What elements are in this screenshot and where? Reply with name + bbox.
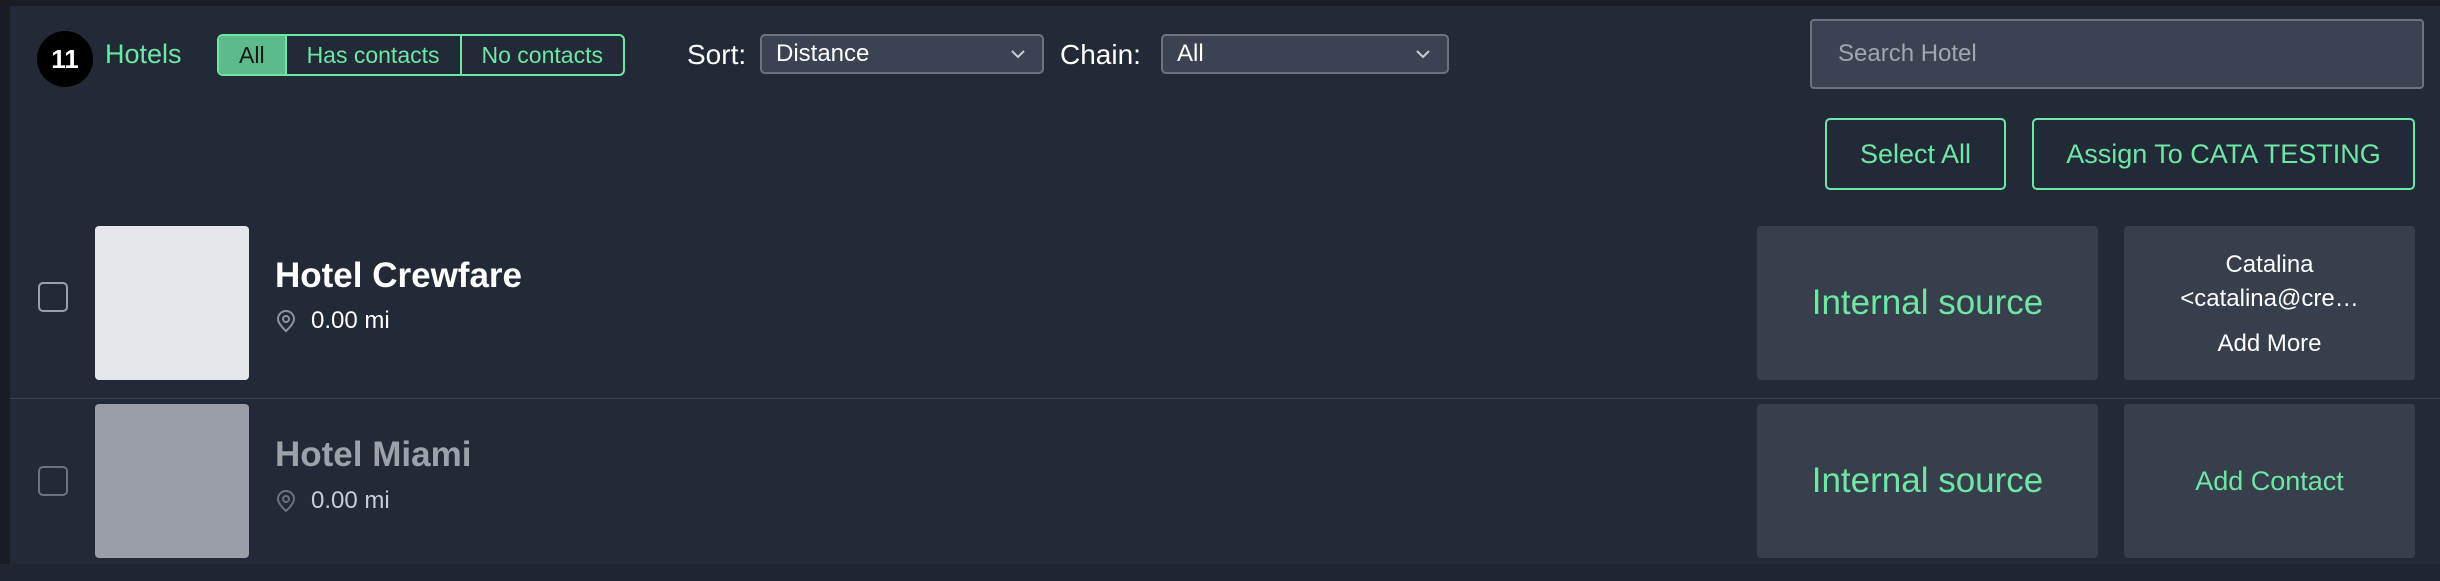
hotel-distance: 0.00 mi: [275, 307, 390, 335]
hotel-contact-tile: Add Contact: [2124, 404, 2415, 558]
filter-all-button[interactable]: All: [219, 36, 285, 74]
chain-select[interactable]: All: [1161, 34, 1449, 74]
hotel-list-panel: 11 Hotels All Has contacts No contacts S…: [10, 6, 2440, 564]
hotel-contact-tile: Catalina <catalina@cre… Add More: [2124, 226, 2415, 380]
filter-no-contacts-button[interactable]: No contacts: [459, 36, 623, 74]
hotel-row: Hotel Crewfare 0.00 mi Internal source C…: [10, 216, 2440, 399]
sort-select-value: Distance: [776, 40, 870, 67]
hotel-distance: 0.00 mi: [275, 487, 390, 515]
add-more-button[interactable]: Add More: [2217, 330, 2321, 358]
hotel-row: Hotel Miami 0.00 mi Internal source Add …: [10, 399, 2440, 581]
sort-select[interactable]: Distance: [760, 34, 1044, 74]
location-pin-icon: [276, 309, 296, 333]
sort-label: Sort:: [687, 39, 747, 70]
hotel-name: Hotel Miami: [275, 435, 472, 474]
hotels-label: Hotels: [105, 39, 182, 69]
hotel-distance-value: 0.00 mi: [311, 487, 390, 514]
chain-label: Chain:: [1060, 39, 1141, 70]
location-pin-icon: [276, 489, 296, 513]
hotel-name: Hotel Crewfare: [275, 256, 523, 295]
hotel-source-tile: Internal source: [1757, 404, 2098, 558]
hotel-select-checkbox[interactable]: [38, 282, 68, 312]
select-all-button[interactable]: Select All: [1825, 118, 2006, 190]
filter-has-contacts-button[interactable]: Has contacts: [284, 36, 460, 74]
hotel-thumbnail: [95, 404, 249, 558]
hotel-source-tile: Internal source: [1757, 226, 2098, 380]
window-frame-left: [0, 0, 10, 564]
assign-button[interactable]: Assign To CATA TESTING: [2032, 118, 2415, 190]
hotel-thumbnail: [95, 226, 249, 380]
contact-filter-group: All Has contacts No contacts: [217, 34, 625, 76]
chevron-down-icon: [1011, 50, 1025, 59]
add-contact-button[interactable]: Add Contact: [2195, 466, 2344, 497]
contact-email: <catalina@cre…: [2180, 285, 2359, 312]
hotel-select-checkbox[interactable]: [38, 466, 68, 496]
contact-name: Catalina: [2225, 251, 2314, 278]
hotel-source-label: Internal source: [1811, 283, 2044, 322]
search-hotel-input[interactable]: [1810, 19, 2424, 89]
hotel-source-label: Internal source: [1811, 461, 2044, 500]
hotel-distance-value: 0.00 mi: [311, 307, 390, 334]
hotel-count-badge: 11: [37, 31, 93, 87]
chevron-down-icon: [1416, 50, 1430, 59]
chain-select-value: All: [1177, 40, 1204, 67]
